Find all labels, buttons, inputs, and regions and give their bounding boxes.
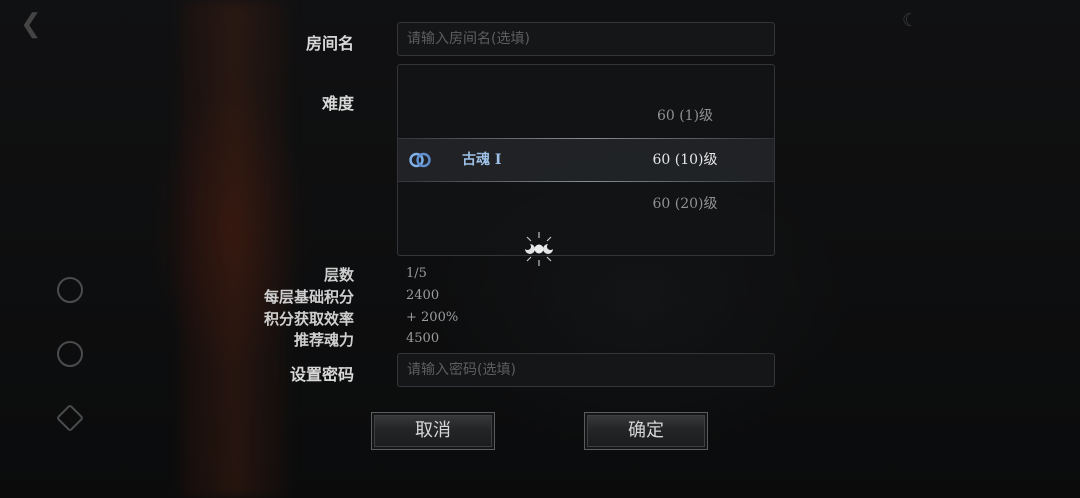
stat-value-recommended-power: 4500 — [406, 331, 440, 346]
difficulty-option-2[interactable]: 古魂 I 60 (10)级 — [398, 138, 774, 182]
side-navigation — [40, 260, 100, 452]
stat-label-score-rate: 积分获取效率 — [263, 310, 354, 328]
stat-label-floors: 层数 — [323, 266, 354, 284]
mountain-icon — [57, 341, 83, 367]
difficulty-level: 60 (1)级 — [656, 108, 714, 124]
side-item-2 — [40, 324, 100, 388]
password-input[interactable]: 请输入密码(选填) — [397, 353, 775, 387]
chat-icon — [57, 277, 83, 303]
infinity-rune-icon — [409, 152, 431, 168]
password-label: 设置密码 — [289, 365, 354, 384]
back-arrow-icon: ❮ — [20, 9, 42, 39]
difficulty-level: 60 (20)级 — [652, 196, 718, 212]
side-item-1 — [40, 260, 100, 324]
confirm-button[interactable]: 确定 — [584, 412, 708, 450]
stat-label-recommended-power: 推荐魂力 — [293, 331, 354, 349]
difficulty-name: 古魂 I — [462, 152, 502, 168]
stat-value-base-score: 2400 — [406, 288, 440, 303]
stat-label-base-score: 每层基础积分 — [263, 288, 354, 306]
difficulty-picker[interactable]: 60 (1)级 古魂 I 60 (10)级 60 (20)级 — [397, 64, 775, 256]
room-name-input[interactable]: 请输入房间名(选填) — [397, 22, 775, 56]
cancel-button[interactable]: 取消 — [371, 412, 495, 450]
difficulty-label: 难度 — [321, 94, 354, 113]
moon-phase-spinner-icon — [525, 232, 553, 266]
diamond-icon — [55, 403, 85, 433]
side-item-3 — [40, 388, 100, 452]
moon-icon: ☾ — [902, 10, 919, 31]
difficulty-option-3[interactable]: 60 (20)级 — [398, 182, 774, 226]
stat-value-score-rate: + 200% — [406, 310, 459, 325]
stat-value-floors: 1/5 — [406, 266, 427, 281]
difficulty-option-1[interactable]: 60 (1)级 — [398, 94, 774, 138]
difficulty-level: 60 (10)级 — [652, 152, 718, 168]
room-name-label: 房间名 — [305, 34, 354, 53]
